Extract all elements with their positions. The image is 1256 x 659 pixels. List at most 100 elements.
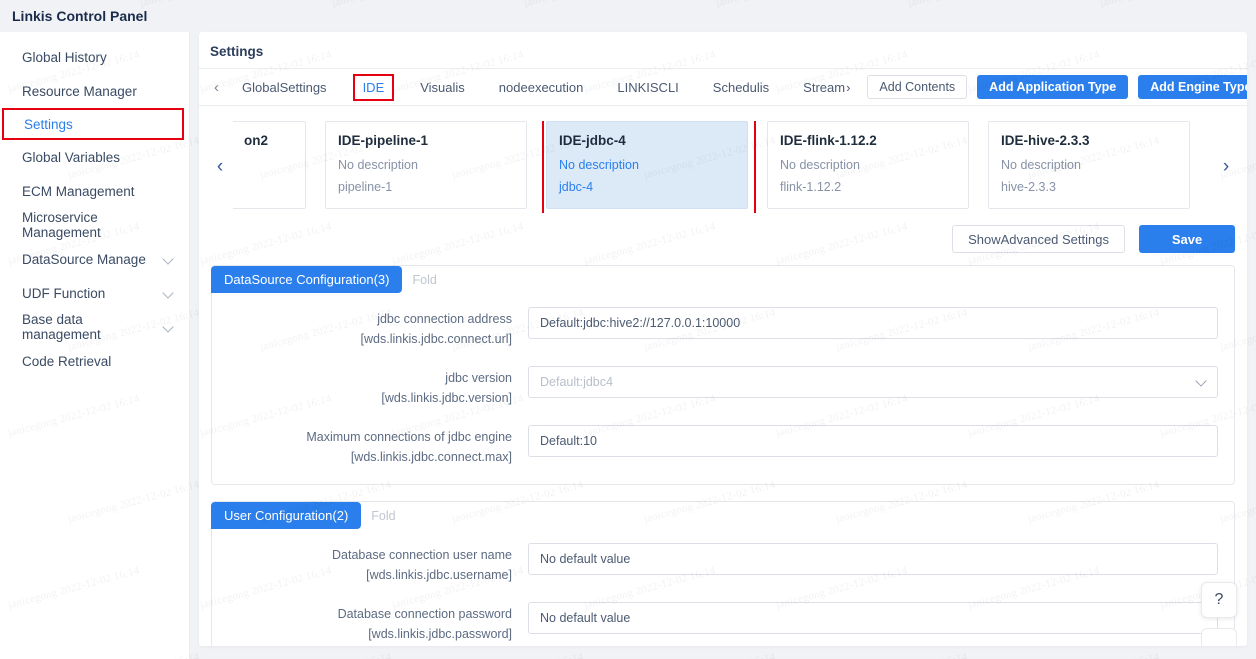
- tab-schedulis[interactable]: Schedulis: [696, 69, 786, 106]
- main-panel: Settings ‹ GlobalSettings IDE Visualis n…: [199, 32, 1247, 646]
- engine-card-description: No description: [338, 158, 514, 172]
- field-jdbc-connect-max: Maximum connections of jdbc engine [wds.…: [212, 425, 1218, 468]
- sidebar-item-base-data-management[interactable]: Base data management: [0, 310, 189, 344]
- field-label: Database connection user name: [212, 546, 512, 564]
- section-datasource-configuration: DataSource Configuration(3) Fold jdbc co…: [211, 265, 1235, 485]
- section-user-configuration: User Configuration(2) Fold Database conn…: [211, 501, 1235, 646]
- sidebar-item-settings[interactable]: Settings: [2, 108, 184, 140]
- tab-ide[interactable]: IDE: [353, 74, 395, 101]
- chevron-down-icon: [163, 287, 175, 299]
- carousel-next-icon[interactable]: ›: [1213, 156, 1239, 178]
- engine-card-ide-jdbc-4[interactable]: IDE-jdbc-4 No description jdbc-4: [546, 121, 748, 209]
- field-label-group: Maximum connections of jdbc engine [wds.…: [212, 425, 528, 468]
- field-label-group: Database connection password [wds.linkis…: [212, 602, 528, 645]
- engine-card-wrap-highlighted: IDE-jdbc-4 No description jdbc-4: [546, 121, 748, 209]
- tab-list: GlobalSettings IDE Visualis nodeexecutio…: [225, 69, 867, 106]
- tab-label: Visualis: [420, 80, 465, 95]
- engine-card-wrap: IDE-pipeline-1 No description pipeline-1: [325, 121, 527, 209]
- sidebar-item-udf-function[interactable]: UDF Function: [0, 276, 189, 310]
- config-sections: DataSource Configuration(3) Fold jdbc co…: [199, 253, 1247, 646]
- engine-card-wrap: on2: [233, 121, 306, 209]
- engine-card-ide-pipeline-1[interactable]: IDE-pipeline-1 No description pipeline-1: [325, 121, 527, 209]
- field-config-key: [wds.linkis.jdbc.username]: [212, 564, 512, 586]
- engine-card-ide-flink-1-12-2[interactable]: IDE-flink-1.12.2 No description flink-1.…: [767, 121, 969, 209]
- jdbc-version-select[interactable]: [528, 366, 1218, 398]
- add-engine-type-button[interactable]: Add Engine Type: [1138, 75, 1247, 99]
- engine-card-description: No description: [559, 158, 735, 172]
- section-body: jdbc connection address [wds.linkis.jdbc…: [212, 293, 1234, 484]
- sidebar-item-ecm-management[interactable]: ECM Management: [0, 174, 189, 208]
- section-badge: DataSource Configuration(3): [211, 266, 402, 293]
- field-config-key: [wds.linkis.jdbc.password]: [212, 623, 512, 645]
- jdbc-username-input[interactable]: [528, 543, 1218, 575]
- field-label-group: jdbc version [wds.linkis.jdbc.version]: [212, 366, 528, 409]
- engine-card-list: on2 IDE-pipeline-1 No description pipeli…: [233, 121, 1213, 213]
- jdbc-connect-max-input[interactable]: [528, 425, 1218, 457]
- tab-linkiscli[interactable]: LINKISCLI: [600, 69, 695, 106]
- engine-card-wrap: IDE-flink-1.12.2 No description flink-1.…: [767, 121, 969, 209]
- jdbc-connect-url-input[interactable]: [528, 307, 1218, 339]
- engine-card-name: jdbc-4: [559, 180, 735, 194]
- engine-card-title: on2: [244, 133, 293, 148]
- sidebar-item-label: Base data management: [22, 312, 163, 342]
- field-jdbc-version: jdbc version [wds.linkis.jdbc.version]: [212, 366, 1218, 409]
- sidebar-item-global-history[interactable]: Global History: [0, 40, 189, 74]
- tab-label: nodeexecution: [499, 80, 584, 95]
- sidebar-item-resource-manager[interactable]: Resource Manager: [0, 74, 189, 108]
- engine-card-name: pipeline-1: [338, 180, 514, 194]
- tab-visualis[interactable]: Visualis: [403, 69, 482, 106]
- sidebar-item-label: ECM Management: [22, 184, 175, 199]
- tab-label: GlobalSettings: [242, 80, 327, 95]
- engine-card-name: flink-1.12.2: [780, 180, 956, 194]
- field-label: jdbc version: [212, 369, 512, 387]
- section-header: User Configuration(2) Fold: [212, 502, 1234, 529]
- field-label-group: Database connection user name [wds.linki…: [212, 543, 528, 586]
- tab-nodeexecution[interactable]: nodeexecution: [482, 69, 601, 106]
- tab-label: Schedulis: [713, 80, 769, 95]
- field-jdbc-password: Database connection password [wds.linkis…: [212, 602, 1218, 645]
- engine-card-title: IDE-jdbc-4: [559, 133, 735, 148]
- add-contents-button[interactable]: Add Contents: [867, 75, 967, 99]
- tab-globalsettings[interactable]: GlobalSettings: [225, 69, 344, 106]
- tab-bar: ‹ GlobalSettings IDE Visualis nodeexecut…: [199, 69, 1247, 106]
- watermark-text: janicegong 2022-12-02 16:14: [643, 651, 777, 659]
- sidebar-item-label: Microservice Management: [22, 210, 175, 240]
- save-button[interactable]: Save: [1139, 225, 1235, 253]
- field-label: Database connection password: [212, 605, 512, 623]
- engine-card-ide-hive-2-3-3[interactable]: IDE-hive-2.3.3 No description hive-2.3.3: [988, 121, 1190, 209]
- section-badge: User Configuration(2): [211, 502, 361, 529]
- jdbc-password-input[interactable]: [528, 602, 1218, 634]
- field-control: [528, 366, 1218, 398]
- field-config-key: [wds.linkis.jdbc.connect.url]: [212, 328, 512, 350]
- tab-label: Stream: [803, 80, 845, 95]
- engine-card-wrap: IDE-hive-2.3.3 No description hive-2.3.3: [988, 121, 1190, 209]
- tab-scroll-right-icon: ›: [846, 80, 850, 95]
- field-label: Maximum connections of jdbc engine: [212, 428, 512, 446]
- sidebar-item-code-retrieval[interactable]: Code Retrieval: [0, 344, 189, 378]
- watermark-text: janicegong 2022-12-02 16:14: [331, 0, 465, 9]
- help-secondary-button[interactable]: [1201, 628, 1237, 646]
- sidebar-item-label: Resource Manager: [22, 84, 175, 99]
- engine-card-title: IDE-flink-1.12.2: [780, 133, 956, 148]
- engine-card-description: No description: [780, 158, 956, 172]
- sidebar-item-label: Code Retrieval: [22, 354, 175, 369]
- watermark-text: janicegong 2022-12-02 16:14: [835, 651, 969, 659]
- watermark-text: janicegong 2022-12-02 16:14: [1219, 651, 1256, 659]
- section-header: DataSource Configuration(3) Fold: [212, 266, 1234, 293]
- show-advanced-settings-button[interactable]: ShowAdvanced Settings: [952, 225, 1125, 253]
- sidebar-item-label: Settings: [24, 117, 168, 132]
- add-application-type-button[interactable]: Add Application Type: [977, 75, 1128, 99]
- section-fold-toggle[interactable]: Fold: [412, 273, 436, 287]
- sidebar-item-microservice-management[interactable]: Microservice Management: [0, 208, 189, 242]
- tab-stream[interactable]: Stream ›: [786, 69, 867, 106]
- engine-card-on2[interactable]: on2: [233, 121, 306, 209]
- carousel-prev-icon[interactable]: ‹: [207, 156, 233, 178]
- section-fold-toggle[interactable]: Fold: [371, 509, 395, 523]
- sidebar-item-label: UDF Function: [22, 286, 163, 301]
- tab-scroll-left-icon[interactable]: ‹: [208, 80, 225, 95]
- engine-card-carousel: ‹ on2 IDE-pipeline-1 No description pipe…: [199, 106, 1247, 216]
- sidebar-item-datasource-manage[interactable]: DataSource Manage: [0, 242, 189, 276]
- sidebar-item-global-variables[interactable]: Global Variables: [0, 140, 189, 174]
- help-button[interactable]: ?: [1201, 582, 1237, 618]
- field-jdbc-connect-url: jdbc connection address [wds.linkis.jdbc…: [212, 307, 1218, 350]
